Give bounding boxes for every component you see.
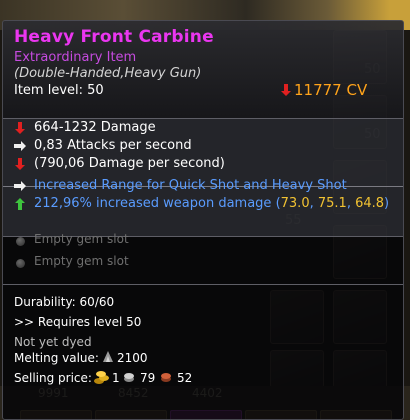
melting-powder-icon xyxy=(103,351,113,362)
selling-label: Selling price: xyxy=(14,371,92,385)
selling-silver: 79 xyxy=(140,371,156,385)
required-level: >> Requires level 50 xyxy=(14,315,142,329)
gem-slot-label: Empty gem slot xyxy=(34,254,129,268)
tooltip-stats-panel xyxy=(3,118,403,236)
stat-damage: 664-1232 Damage xyxy=(34,120,156,135)
red-down-arrow-icon xyxy=(15,122,25,134)
item-title: Heavy Front Carbine xyxy=(14,27,214,47)
durability: Durability: 60/60 xyxy=(14,295,115,309)
copper-coin-icon xyxy=(161,373,171,382)
red-down-arrow-icon xyxy=(281,84,291,96)
paren: ) xyxy=(384,196,390,211)
item-rarity: Extraordinary Item xyxy=(14,50,137,65)
melting-value: 2100 xyxy=(117,351,148,365)
comma: , xyxy=(346,196,356,211)
item-type: (Double-Handed,Heavy Gun) xyxy=(14,66,202,81)
stat-attacks-per-second: 0,83 Attacks per second xyxy=(34,138,192,153)
white-right-arrow-icon xyxy=(14,181,26,191)
comma: , xyxy=(309,196,318,211)
gold-coin-icon xyxy=(94,371,109,384)
stat-range: Increased Range for Quick Shot and Heavy… xyxy=(34,178,347,193)
stat-weapon-damage: 212,96% increased weapon damage (73.0, 7… xyxy=(34,196,389,211)
item-level: Item level: 50 xyxy=(14,83,104,98)
divider xyxy=(3,118,403,119)
selling-gold: 1 xyxy=(112,371,120,385)
value-2: 75.1 xyxy=(317,196,347,211)
gem-slot-label: Empty gem slot xyxy=(34,232,129,246)
stat-weapon-damage-label: 212,96% increased weapon damage xyxy=(34,196,272,211)
selling-copper: 52 xyxy=(177,371,193,385)
value-1: 73.0 xyxy=(280,196,310,211)
item-tooltip: Heavy Front Carbine Extraordinary Item (… xyxy=(2,20,404,420)
melting-label: Melting value: xyxy=(14,351,99,365)
dye-status: Not yet dyed xyxy=(14,335,92,349)
stat-dps: (790,06 Damage per second) xyxy=(34,156,225,171)
green-up-arrow-icon xyxy=(15,198,25,210)
value-3: 64.8 xyxy=(355,196,385,211)
gem-slot-icon xyxy=(16,259,25,268)
red-down-arrow-icon xyxy=(15,158,25,170)
combat-value: 11777 CV xyxy=(294,81,368,99)
gem-slot-icon xyxy=(16,237,25,246)
silver-coin-icon xyxy=(124,373,134,382)
divider xyxy=(3,284,403,285)
white-right-arrow-icon xyxy=(14,141,26,151)
